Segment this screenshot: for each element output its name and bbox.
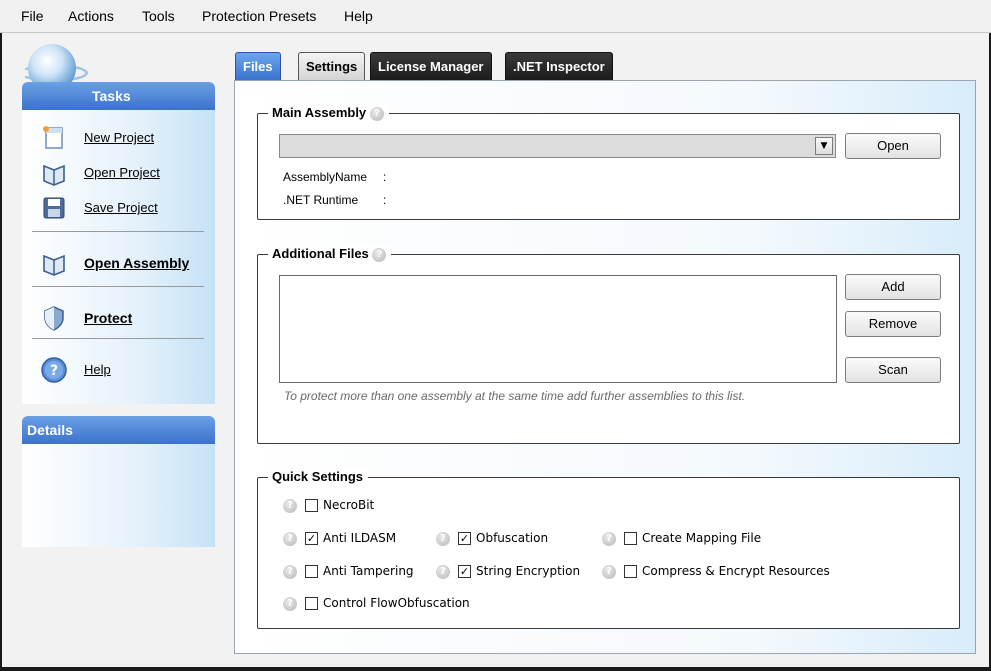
scan-button[interactable]: Scan — [845, 357, 941, 383]
net-runtime-label: .NET Runtime — [283, 193, 359, 207]
main-assembly-title-text: Main Assembly — [272, 105, 367, 120]
menu-protection-presets[interactable]: Protection Presets — [202, 8, 316, 24]
anti-tampering-checkbox[interactable] — [305, 565, 318, 578]
string-encryption-checkbox[interactable]: ✓ — [458, 565, 471, 578]
control-flow-obfuscation-label: Control FlowObfuscation — [323, 596, 470, 610]
additional-files-list[interactable] — [279, 275, 837, 383]
tab-settings[interactable]: Settings — [298, 52, 366, 80]
help-hint-icon[interactable]: ? — [372, 247, 387, 262]
main-assembly-title: Main Assembly ? — [268, 105, 389, 121]
help-hint-icon[interactable]: ? — [436, 565, 450, 579]
help-hint-icon[interactable]: ? — [283, 597, 297, 611]
open-book-icon — [43, 164, 65, 186]
add-button[interactable]: Add — [845, 274, 941, 300]
details-panel — [22, 444, 215, 547]
help-hint-icon[interactable]: ? — [436, 532, 450, 546]
shield-icon — [44, 306, 64, 331]
menu-file[interactable]: File — [21, 8, 44, 24]
task-new-project-label: New Project — [84, 130, 155, 145]
anti-ildasm-label: Anti ILDASM — [323, 531, 397, 545]
help-circle-icon: ? — [41, 357, 67, 383]
necrobit-label: NecroBit — [323, 498, 375, 512]
task-protect-label: Protect — [84, 310, 133, 326]
tasks-separator — [32, 338, 204, 339]
anti-ildasm-checkbox[interactable]: ✓ — [305, 532, 318, 545]
open-assembly-icon — [43, 254, 65, 276]
menu-bar: File Actions Tools Protection Presets He… — [0, 0, 991, 33]
help-hint-icon[interactable]: ? — [602, 532, 616, 546]
control-flow-obfuscation-checkbox[interactable] — [305, 597, 318, 610]
remove-button[interactable]: Remove — [845, 311, 941, 337]
compress-encrypt-resources-label: Compress & Encrypt Resources — [642, 564, 830, 578]
obfuscation-checkbox[interactable]: ✓ — [458, 532, 471, 545]
help-hint-icon[interactable]: ? — [602, 565, 616, 579]
details-panel-header[interactable]: Details — [22, 416, 215, 444]
tab-files[interactable]: Files — [235, 52, 281, 80]
new-document-icon — [43, 126, 63, 149]
svg-text:?: ? — [50, 363, 58, 379]
quick-settings-title: Quick Settings — [268, 469, 369, 484]
compress-encrypt-resources-checkbox[interactable] — [624, 565, 637, 578]
necrobit-checkbox[interactable] — [305, 499, 318, 512]
help-hint-icon[interactable]: ? — [369, 106, 384, 121]
tab-license-manager[interactable]: License Manager — [370, 52, 492, 80]
create-mapping-file-label: Create Mapping File — [642, 531, 762, 545]
task-save-project-label: Save Project — [84, 200, 158, 215]
net-runtime-value: : — [383, 193, 387, 207]
create-mapping-file-checkbox[interactable] — [624, 532, 637, 545]
assembly-name-label: AssemblyName — [283, 170, 368, 184]
menu-tools[interactable]: Tools — [142, 8, 175, 24]
task-open-project-label: Open Project — [84, 165, 160, 180]
tab-net-inspector[interactable]: .NET Inspector — [505, 52, 613, 80]
additional-files-title: Additional Files ? — [268, 246, 392, 262]
anti-tampering-label: Anti Tampering — [323, 564, 414, 578]
tasks-separator — [32, 231, 204, 232]
menu-actions[interactable]: Actions — [68, 8, 114, 24]
string-encryption-label: String Encryption — [476, 564, 581, 578]
save-disk-icon — [43, 197, 65, 219]
additional-files-hint: To protect more than one assembly at the… — [284, 389, 746, 403]
task-open-assembly-label: Open Assembly — [84, 255, 190, 271]
help-hint-icon[interactable]: ? — [283, 565, 297, 579]
task-help-label: Help — [84, 362, 111, 377]
menu-help[interactable]: Help — [344, 8, 373, 24]
main-assembly-combo[interactable]: ▼ — [279, 134, 836, 158]
tasks-panel-header[interactable]: Tasks — [22, 82, 215, 110]
tasks-panel-title: Tasks — [92, 88, 131, 104]
help-hint-icon[interactable]: ? — [283, 532, 297, 546]
help-hint-icon[interactable]: ? — [283, 499, 297, 513]
additional-files-title-text: Additional Files — [272, 246, 369, 261]
main-assembly-group: Main Assembly ? — [257, 105, 960, 220]
details-panel-title: Details — [27, 422, 73, 438]
obfuscation-label: Obfuscation — [476, 531, 549, 545]
open-button[interactable]: Open — [845, 133, 941, 159]
tasks-separator — [32, 286, 204, 287]
chevron-down-icon[interactable]: ▼ — [815, 137, 833, 155]
assembly-name-value: : — [383, 170, 387, 184]
